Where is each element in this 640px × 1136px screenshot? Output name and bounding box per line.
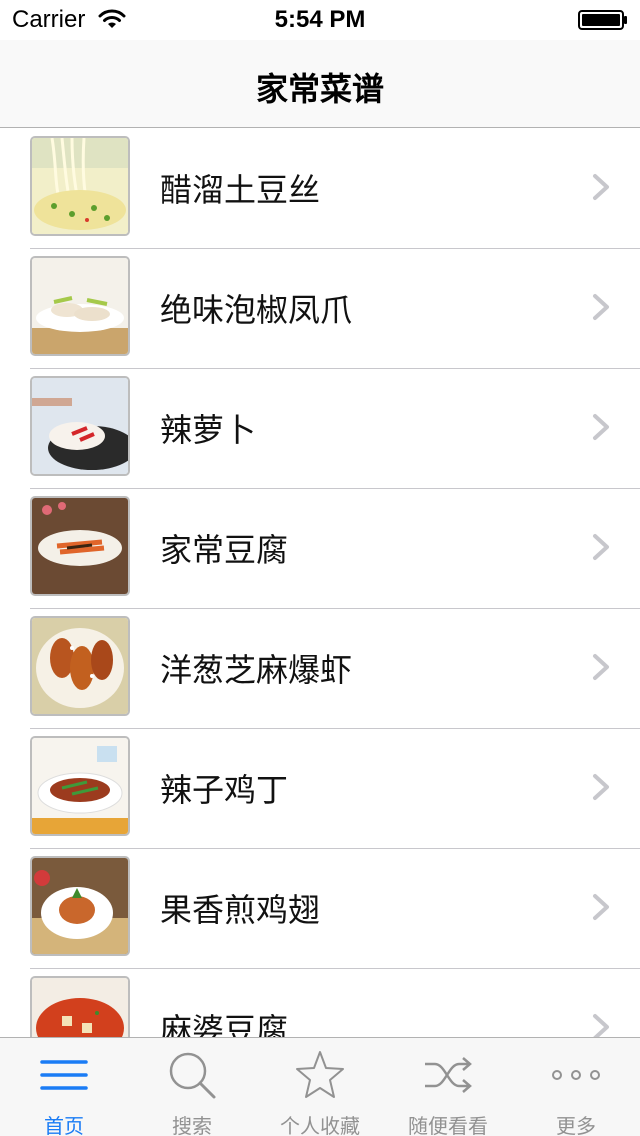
search-icon — [169, 1052, 216, 1099]
recipe-thumbnail — [30, 976, 130, 1037]
recipe-row[interactable]: 辣子鸡丁 — [0, 729, 640, 849]
tab-search[interactable]: 搜索 — [128, 1038, 256, 1136]
recipe-title: 辣萝卜 — [160, 411, 257, 449]
recipe-thumbnail — [30, 496, 130, 596]
recipe-row[interactable]: 绝味泡椒凤爪 — [0, 249, 640, 369]
recipe-list[interactable]: 醋溜土豆丝 绝味泡椒凤爪 辣萝卜 家常豆腐 洋葱芝麻爆虾 辣子鸡丁 果香煎鸡翅 … — [0, 129, 640, 1037]
chevron-right-icon — [593, 534, 609, 560]
tab-label: 随便看看 — [408, 1114, 488, 1136]
chevron-right-icon — [593, 894, 609, 920]
tab-label: 搜索 — [172, 1114, 212, 1136]
star-icon — [296, 1051, 344, 1098]
tab-favorites[interactable]: 个人收藏 — [256, 1038, 384, 1136]
list-icon — [40, 1060, 88, 1090]
tab-random[interactable]: 随便看看 — [384, 1038, 512, 1136]
recipe-title: 辣子鸡丁 — [160, 771, 289, 809]
recipe-thumbnail — [30, 736, 130, 836]
chevron-right-icon — [593, 1014, 609, 1037]
recipe-row[interactable]: 洋葱芝麻爆虾 — [0, 609, 640, 729]
more-icon — [552, 1070, 600, 1080]
recipe-title: 家常豆腐 — [160, 531, 289, 569]
shuffle-icon — [425, 1057, 472, 1093]
recipe-title: 洋葱芝麻爆虾 — [160, 651, 353, 689]
tab-bar: 首页 搜索 个人收藏 随便看看 更多 — [0, 1037, 640, 1136]
recipe-row[interactable]: 麻婆豆腐 — [0, 969, 640, 1037]
tab-label: 更多 — [556, 1114, 596, 1136]
navigation-bar: 家常菜谱 — [0, 40, 640, 128]
recipe-title: 麻婆豆腐 — [160, 1011, 289, 1037]
recipe-thumbnail — [30, 616, 130, 716]
recipe-thumbnail — [30, 136, 130, 236]
recipe-thumbnail — [30, 856, 130, 956]
recipe-title: 绝味泡椒凤爪 — [160, 291, 353, 329]
tab-home[interactable]: 首页 — [0, 1038, 128, 1136]
recipe-row[interactable]: 醋溜土豆丝 — [0, 129, 640, 249]
chevron-right-icon — [593, 414, 609, 440]
recipe-thumbnail — [30, 376, 130, 476]
recipe-thumbnail — [30, 256, 130, 356]
chevron-right-icon — [593, 774, 609, 800]
recipe-row[interactable]: 家常豆腐 — [0, 489, 640, 609]
page-title: 家常菜谱 — [255, 70, 384, 108]
tab-label: 首页 — [44, 1114, 84, 1136]
recipe-row[interactable]: 果香煎鸡翅 — [0, 849, 640, 969]
status-time: 5:54 PM — [274, 6, 366, 33]
tab-more[interactable]: 更多 — [512, 1038, 640, 1136]
chevron-right-icon — [593, 294, 609, 320]
recipe-title: 醋溜土豆丝 — [160, 171, 321, 209]
chevron-right-icon — [593, 174, 609, 200]
status-bar: Carrier 5:54 PM — [0, 0, 640, 40]
chevron-right-icon — [593, 654, 609, 680]
recipe-row[interactable]: 辣萝卜 — [0, 369, 640, 489]
battery-icon — [578, 10, 627, 30]
tab-label: 个人收藏 — [280, 1114, 360, 1136]
recipe-title: 果香煎鸡翅 — [160, 891, 321, 929]
